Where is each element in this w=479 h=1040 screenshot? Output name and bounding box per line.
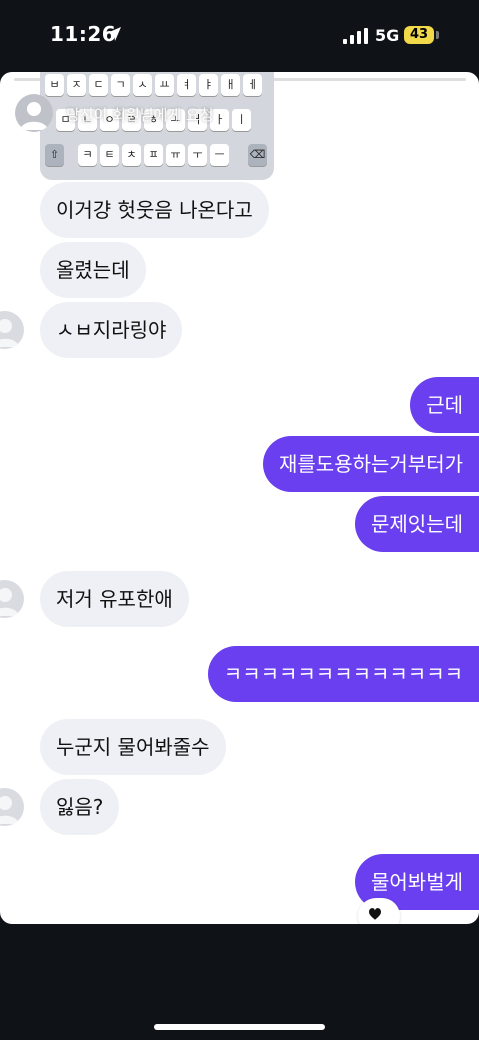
incoming-message[interactable]: 저거 유포한애 xyxy=(40,571,189,627)
keyboard-key: ㄷ xyxy=(89,74,108,96)
keyboard-key: ㅜ xyxy=(188,144,207,166)
outgoing-message[interactable]: 문제잇는데 xyxy=(355,496,479,552)
keyboard-key: ㅊ xyxy=(122,144,141,166)
incoming-message[interactable]: 이거걍 헛웃음 나온다고 xyxy=(40,182,269,238)
keyboard-key: ㅡ xyxy=(210,144,229,166)
keyboard-key: ㄱ xyxy=(111,74,130,96)
keyboard-key: ㅠ xyxy=(166,144,185,166)
incoming-message[interactable]: ㅅㅂ지라링야 xyxy=(40,302,183,358)
battery-level: 43 xyxy=(409,27,429,42)
reaction-badge[interactable] xyxy=(358,898,400,924)
home-indicator xyxy=(154,1024,325,1030)
keyboard-key: ㅐ xyxy=(221,74,240,96)
status-bar: 11:26 5G 43 xyxy=(0,0,479,70)
battery-tip xyxy=(436,31,439,39)
keyboard-key: ㅂ xyxy=(45,74,64,96)
location-arrow-icon xyxy=(107,27,121,41)
story-user-avatar[interactable] xyxy=(15,94,53,132)
incoming-message[interactable]: 올렸는데 xyxy=(40,242,146,298)
close-icon[interactable] xyxy=(440,100,468,128)
keyboard-key: ㅑ xyxy=(199,74,218,96)
outgoing-message[interactable]: ㅋㅋㅋㅋㅋㅋㅋㅋㅋㅋㅋㅋㅋ xyxy=(207,646,479,702)
keyboard-key: ㅅ xyxy=(133,74,152,96)
sender-avatar[interactable] xyxy=(0,311,24,349)
backspace-key-icon: ⌫ xyxy=(248,144,267,166)
keyboard-key: ㅍ xyxy=(144,144,163,166)
incoming-message[interactable]: 잃음? xyxy=(40,779,120,835)
keyboard-screenshot: ㅂㅈㄷㄱㅅㅛㅕㅑㅐㅔ ㅁㄴㅇㄹㅎㅗㅓㅏㅣ ㅋㅌㅊㅍㅠㅜㅡ ⇧ ⌫ xyxy=(40,72,274,180)
battery-icon: 43 xyxy=(404,26,434,44)
keyboard-key: ㅣ xyxy=(232,109,251,131)
keyboard-key: ㅋ xyxy=(78,144,97,166)
story-user-label: 당신이 회원님에게 요청 xyxy=(66,106,214,124)
outgoing-message[interactable]: 근데 xyxy=(410,377,479,433)
shift-key-icon: ⇧ xyxy=(45,144,64,166)
sender-avatar[interactable] xyxy=(0,788,24,826)
incoming-message[interactable]: 누군지 물어봐줄수 xyxy=(40,719,226,775)
outgoing-message[interactable]: 재를도용하는거부터가 xyxy=(263,436,479,492)
keyboard-key: ㅌ xyxy=(100,144,119,166)
keyboard-key: ㅕ xyxy=(177,74,196,96)
heart-icon xyxy=(369,908,381,920)
keyboard-key: ㅛ xyxy=(155,74,174,96)
network-type: 5G xyxy=(375,26,400,45)
keyboard-key: ㅔ xyxy=(243,74,262,96)
keyboard-key: ㅈ xyxy=(67,74,86,96)
cellular-signal-icon xyxy=(343,28,368,44)
story-card: ㅂㅈㄷㄱㅅㅛㅕㅑㅐㅔ ㅁㄴㅇㄹㅎㅗㅓㅏㅣ ㅋㅌㅊㅍㅠㅜㅡ ⇧ ⌫ 당신이 회원님에게… xyxy=(0,72,479,924)
sender-avatar[interactable] xyxy=(0,580,24,618)
